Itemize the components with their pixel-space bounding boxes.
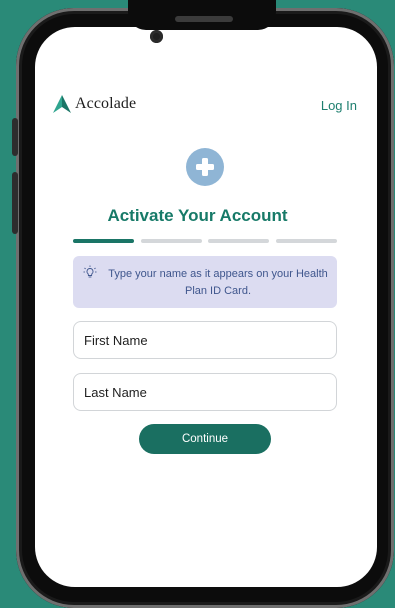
progress-step-4 [276, 239, 337, 243]
first-name-field[interactable] [73, 321, 337, 359]
phone-camera [150, 30, 163, 43]
accolade-logo-icon [53, 95, 71, 113]
hint-text: Type your name as it appears on your Hea… [108, 268, 328, 297]
plus-circle-badge [186, 148, 224, 186]
progress-step-2 [141, 239, 202, 243]
progress-step-1 [73, 239, 134, 243]
step-progress [73, 239, 337, 243]
page-title: Activate Your Account [107, 206, 288, 225]
hint-banner: Type your name as it appears on your Hea… [73, 256, 337, 308]
brand-logo: Accolade [52, 94, 136, 114]
lightbulb-icon [83, 265, 97, 278]
phone-side-button [12, 118, 18, 156]
login-link[interactable]: Log In [321, 98, 357, 113]
phone-speaker [175, 16, 233, 22]
last-name-field[interactable] [73, 373, 337, 411]
continue-button[interactable]: Continue [139, 424, 271, 454]
brand-name: Accolade [75, 95, 137, 112]
progress-step-3 [208, 239, 269, 243]
phone-notch [128, 0, 276, 30]
plus-icon [196, 158, 214, 176]
